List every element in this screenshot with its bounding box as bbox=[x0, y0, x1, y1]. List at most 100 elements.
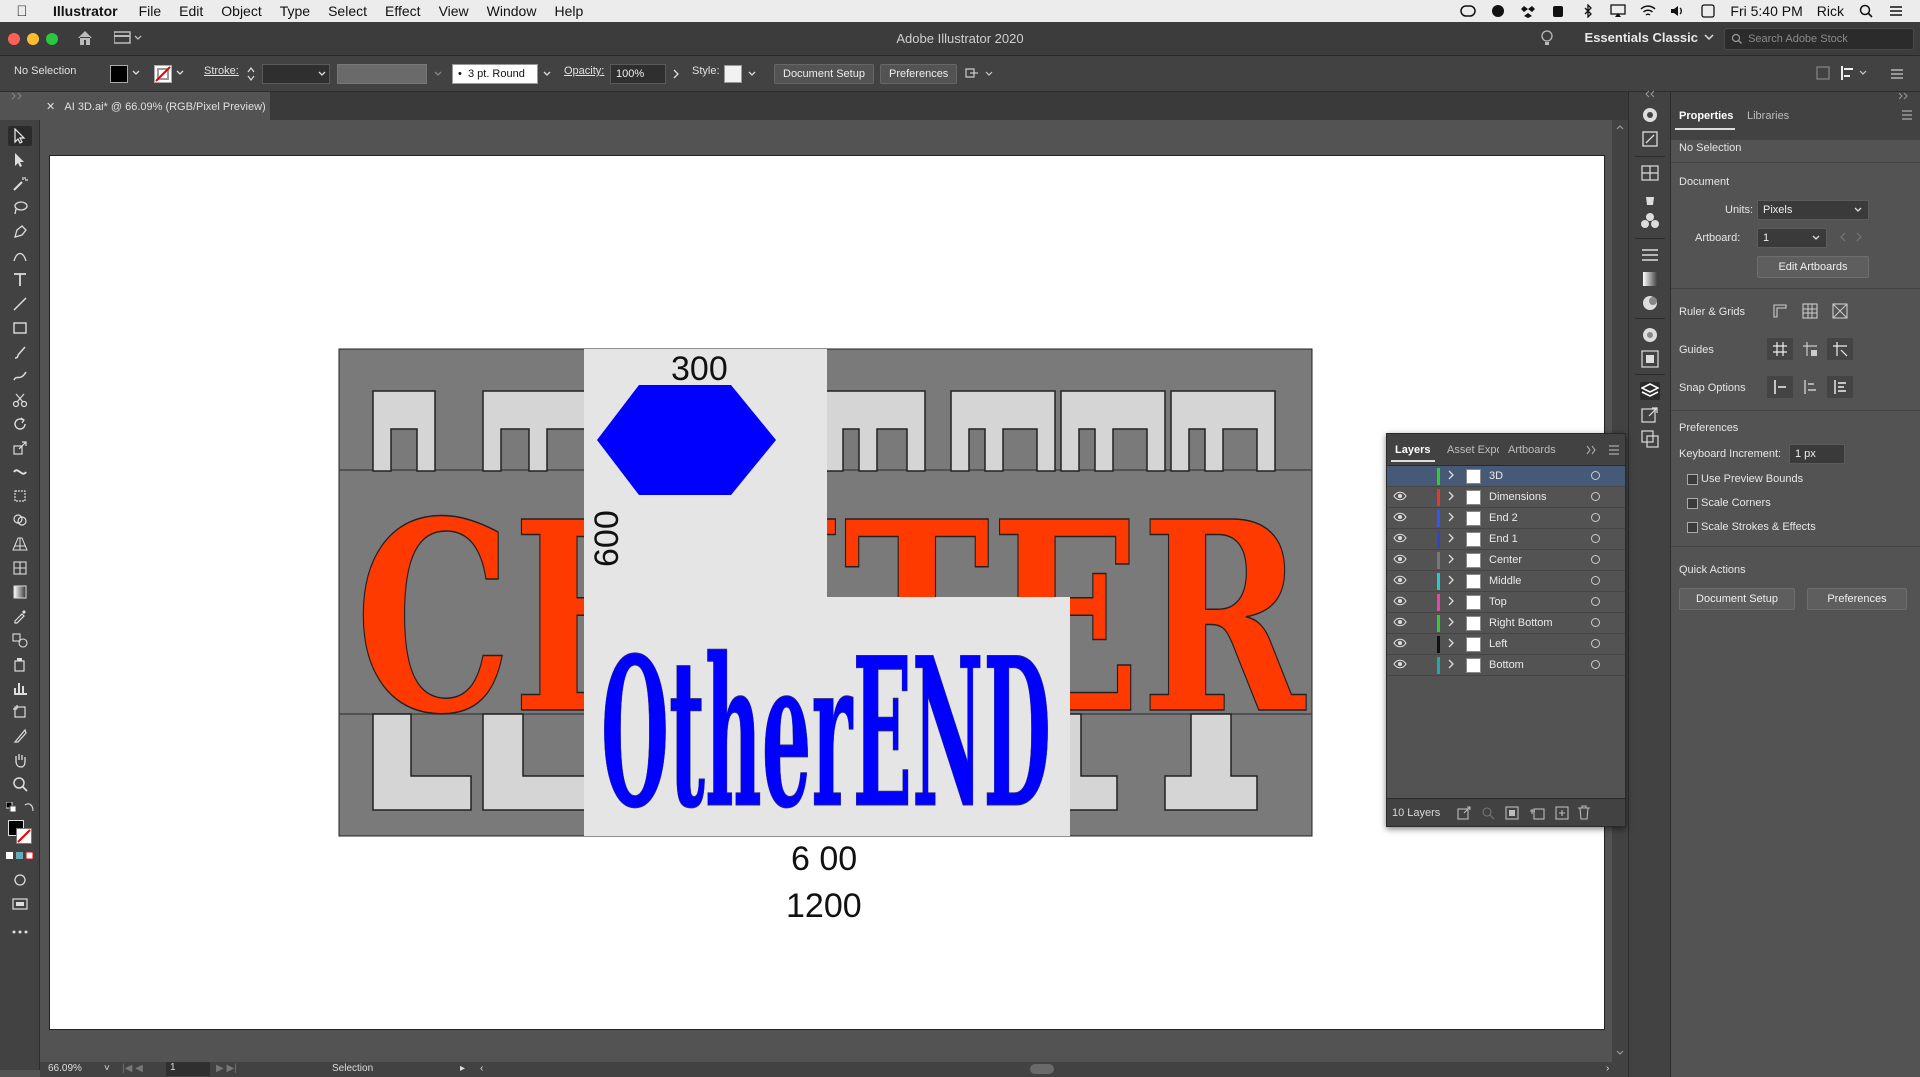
previous-artboard-icon[interactable] bbox=[1839, 232, 1847, 242]
delete-layer-icon[interactable] bbox=[1577, 805, 1591, 820]
layer-row[interactable]: 3D bbox=[1387, 466, 1625, 487]
menu-file[interactable]: File bbox=[130, 3, 171, 19]
show-guides-icon[interactable] bbox=[1767, 338, 1793, 360]
spotlight-search-icon[interactable] bbox=[1858, 4, 1874, 18]
layers-panel-menu-icon[interactable] bbox=[1608, 445, 1620, 455]
transparency-icon[interactable] bbox=[1640, 294, 1660, 312]
next-artboard-icon[interactable] bbox=[1855, 232, 1863, 242]
shaper-tool-icon[interactable] bbox=[8, 366, 32, 386]
hand-tool-icon[interactable] bbox=[8, 750, 32, 770]
quick-preferences-button[interactable]: Preferences bbox=[1807, 588, 1907, 610]
line-tool-icon[interactable] bbox=[8, 294, 32, 314]
volume-icon[interactable] bbox=[1670, 4, 1686, 18]
zoom-chevron-icon[interactable]: ˅ bbox=[104, 1063, 110, 1074]
visibility-eye-icon[interactable] bbox=[1393, 659, 1407, 669]
color-mode-icons[interactable] bbox=[6, 852, 34, 860]
lock-guides-icon[interactable] bbox=[1797, 338, 1823, 360]
layer-row[interactable]: Top bbox=[1387, 592, 1625, 613]
toolbar-collapse-icon[interactable] bbox=[10, 92, 30, 100]
smart-guides-icon[interactable] bbox=[1827, 338, 1853, 360]
layer-name[interactable]: Right Bottom bbox=[1489, 617, 1553, 629]
notification-center-icon[interactable] bbox=[1888, 4, 1904, 18]
airplay-icon[interactable] bbox=[1610, 4, 1627, 18]
sync-icon[interactable] bbox=[1490, 4, 1506, 18]
artboards-panel-icon[interactable] bbox=[1640, 430, 1660, 448]
style-chevron-icon[interactable] bbox=[748, 70, 756, 78]
layer-name[interactable]: Top bbox=[1489, 596, 1507, 608]
scale-tool-icon[interactable] bbox=[8, 438, 32, 458]
lock-toggle[interactable] bbox=[1413, 490, 1427, 504]
rulers-icon[interactable] bbox=[1767, 300, 1793, 322]
asset-export-icon[interactable] bbox=[1640, 406, 1660, 424]
transparency-grid-icon[interactable] bbox=[1827, 300, 1853, 322]
lock-toggle[interactable] bbox=[1413, 637, 1427, 651]
close-tab-icon[interactable]: ✕ bbox=[46, 101, 64, 113]
document-setup-button[interactable]: Document Setup bbox=[774, 64, 874, 84]
wifi-icon[interactable] bbox=[1640, 4, 1656, 18]
width-tool-icon[interactable] bbox=[8, 462, 32, 482]
eyedropper-tool-icon[interactable] bbox=[8, 606, 32, 626]
blend-tool-icon[interactable] bbox=[8, 630, 32, 650]
menubar-user[interactable]: Rick bbox=[1817, 3, 1844, 19]
layer-name[interactable]: Bottom bbox=[1489, 659, 1524, 671]
layer-name[interactable]: End 1 bbox=[1489, 533, 1518, 545]
visibility-eye-icon[interactable] bbox=[1393, 491, 1407, 501]
profile-chevron-icon[interactable] bbox=[434, 70, 442, 78]
gradient-panel-icon[interactable] bbox=[1640, 270, 1660, 288]
tab-libraries[interactable]: Libraries bbox=[1747, 110, 1789, 122]
lasso-tool-icon[interactable] bbox=[8, 198, 32, 218]
layer-row[interactable]: End 2 bbox=[1387, 508, 1625, 529]
workspace-chevron-down-icon[interactable] bbox=[1704, 32, 1714, 42]
artboard-number-field[interactable]: 1 bbox=[166, 1062, 210, 1076]
visibility-eye-icon[interactable] bbox=[1393, 554, 1407, 564]
snap-to-pixel-icon[interactable] bbox=[1797, 376, 1823, 398]
lock-toggle[interactable] bbox=[1413, 553, 1427, 567]
screen-mode-icon[interactable] bbox=[8, 894, 32, 914]
gradient-tool-icon[interactable] bbox=[8, 582, 32, 602]
stroke-none-swatch[interactable] bbox=[154, 65, 172, 83]
layer-row[interactable]: Middle bbox=[1387, 571, 1625, 592]
keyboard-increment-field[interactable]: 1 px bbox=[1789, 444, 1845, 464]
create-sublayer-icon[interactable] bbox=[1529, 806, 1545, 820]
stroke-stepper-icon[interactable] bbox=[247, 66, 255, 82]
expand-chevron-icon[interactable] bbox=[1447, 491, 1455, 501]
edit-toolbar-more-icon[interactable] bbox=[8, 922, 32, 942]
layer-row[interactable]: Left bbox=[1387, 634, 1625, 655]
battery-app-icon[interactable] bbox=[1550, 4, 1566, 18]
hscroll-right-icon[interactable]: › bbox=[1606, 1063, 1609, 1074]
fill-swatch[interactable] bbox=[110, 65, 128, 83]
layer-name[interactable]: Middle bbox=[1489, 575, 1521, 587]
adobe-stock-search[interactable]: Search Adobe Stock bbox=[1724, 28, 1914, 50]
free-transform-tool-icon[interactable] bbox=[8, 486, 32, 506]
swatches-icon[interactable] bbox=[1640, 164, 1660, 182]
symbols-icon[interactable] bbox=[1640, 212, 1660, 230]
layer-name[interactable]: Center bbox=[1489, 554, 1522, 566]
strip-collapse-icon[interactable] bbox=[1643, 90, 1657, 98]
dropbox-icon[interactable] bbox=[1520, 4, 1536, 18]
symbol-sprayer-tool-icon[interactable] bbox=[8, 654, 32, 674]
magic-wand-tool-icon[interactable] bbox=[8, 174, 32, 194]
stroke-panel-icon[interactable] bbox=[1640, 246, 1660, 264]
edit-artboards-button[interactable]: Edit Artboards bbox=[1757, 256, 1869, 278]
expand-chevron-icon[interactable] bbox=[1447, 533, 1455, 543]
props-collapse-icon[interactable] bbox=[1897, 92, 1911, 100]
expand-chevron-icon[interactable] bbox=[1447, 638, 1455, 648]
artboard-select[interactable]: 1 bbox=[1757, 228, 1827, 248]
selection-tool-icon[interactable] bbox=[8, 126, 32, 146]
brush-definition[interactable]: • 3 pt. Round bbox=[452, 64, 538, 84]
lock-toggle[interactable] bbox=[1413, 658, 1427, 672]
lock-toggle[interactable] bbox=[1413, 532, 1427, 546]
properties-icon[interactable] bbox=[1640, 130, 1660, 148]
expand-chevron-icon[interactable] bbox=[1447, 554, 1455, 564]
scroll-up-icon[interactable] bbox=[1616, 124, 1624, 130]
rotate-tool-icon[interactable] bbox=[8, 414, 32, 434]
snap-to-glyph-icon[interactable] bbox=[1827, 376, 1853, 398]
stroke-weight-chevron-icon[interactable] bbox=[318, 70, 326, 78]
menu-effect[interactable]: Effect bbox=[376, 3, 430, 19]
menu-object[interactable]: Object bbox=[212, 3, 270, 19]
document-tab[interactable]: ✕ AI 3D.ai* @ 66.09% (RGB/Pixel Preview) bbox=[40, 92, 270, 120]
shape-builder-tool-icon[interactable] bbox=[8, 510, 32, 530]
target-circle-icon[interactable] bbox=[1591, 492, 1600, 501]
graphic-styles-icon[interactable] bbox=[1640, 350, 1660, 368]
use-preview-bounds-checkbox[interactable] bbox=[1687, 474, 1698, 485]
